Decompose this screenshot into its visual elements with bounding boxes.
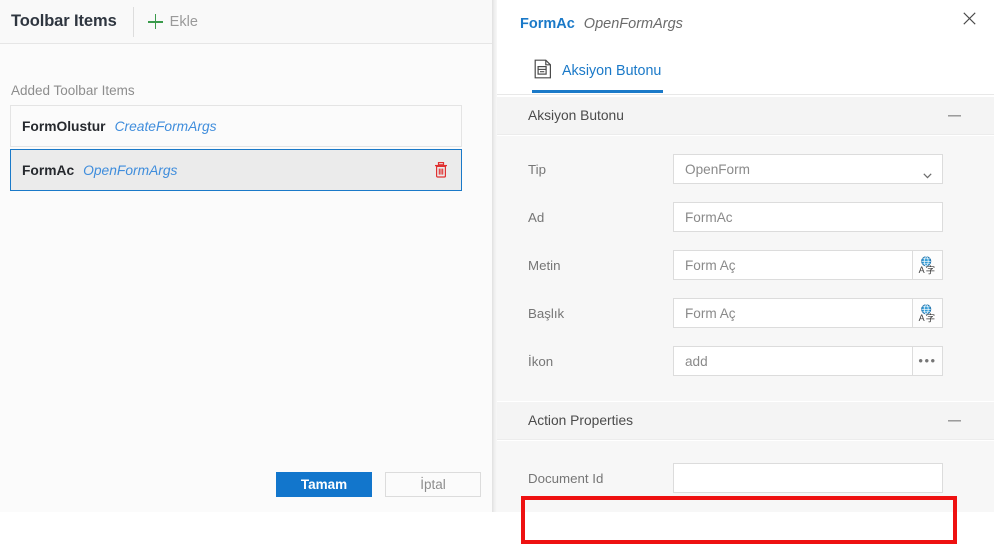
toolbar-items-dialog: Toolbar Items Ekle Added Toolbar Items F…	[0, 0, 492, 512]
ellipsis-dots: •••	[918, 357, 936, 365]
dialog-body: Added Toolbar Items FormOlustur CreateFo…	[0, 45, 492, 512]
dialog-header: Toolbar Items Ekle	[0, 0, 492, 44]
tab-aksiyon-butonu[interactable]: Aksiyon Butonu	[532, 52, 663, 93]
section-title: Action Properties	[497, 413, 633, 428]
metin-input[interactable]: Form Aç	[673, 250, 913, 280]
action-properties-fields: Document Id	[497, 441, 994, 512]
localization-icon[interactable]: A 字	[913, 298, 943, 328]
field-control-tip: OpenForm	[673, 154, 943, 184]
cancel-button[interactable]: İptal	[385, 472, 481, 497]
panel-subtitle-args: OpenFormArgs	[575, 16, 683, 32]
ellipsis-icon[interactable]: •••	[913, 346, 943, 376]
add-button-label: Ekle	[170, 14, 198, 30]
section-header-action-properties[interactable]: Action Properties	[497, 402, 994, 440]
field-control-metin: Form Aç A 字	[673, 250, 943, 280]
plus-icon	[148, 14, 163, 29]
field-control-document-id	[673, 463, 943, 493]
ok-button[interactable]: Tamam	[276, 472, 372, 497]
app-root: Toolbar Items Ekle Added Toolbar Items F…	[0, 0, 994, 512]
localization-icon[interactable]: A 字	[913, 250, 943, 280]
section-header-aksiyon-butonu[interactable]: Aksiyon Butonu	[497, 97, 994, 135]
minus-icon[interactable]	[948, 115, 961, 116]
panel-title: FormAc	[497, 16, 575, 32]
svg-text:字: 字	[925, 264, 935, 275]
add-toolbar-item-button[interactable]: Ekle	[134, 10, 208, 34]
form-document-icon	[534, 59, 553, 84]
field-label-document-id: Document Id	[528, 471, 603, 486]
list-item[interactable]: FormOlustur CreateFormArgs	[10, 105, 462, 147]
ikon-input[interactable]: add	[673, 346, 913, 376]
panel-tabs: Aksiyon Butonu	[497, 52, 994, 95]
list-item-args: CreateFormArgs	[115, 119, 217, 134]
minus-icon[interactable]	[948, 420, 961, 421]
svg-text:A: A	[918, 313, 924, 323]
added-items-caption: Added Toolbar Items	[11, 83, 135, 98]
list-item[interactable]: FormAc OpenFormArgs	[10, 149, 462, 191]
properties-panel: FormAc OpenFormArgs	[497, 0, 994, 512]
page-title: Toolbar Items	[0, 12, 117, 31]
properties-panel-header: FormAc OpenFormArgs	[497, 0, 994, 47]
field-row-ikon: İkon add •••	[497, 346, 994, 376]
highlight-box-document-id	[521, 496, 957, 544]
list-item-name: FormOlustur	[22, 119, 106, 134]
field-row-tip: Tip OpenForm	[497, 154, 994, 184]
field-control-ad: FormAc	[673, 202, 943, 232]
field-label-tip: Tip	[528, 162, 546, 177]
svg-text:A: A	[918, 265, 924, 275]
tab-label: Aksiyon Butonu	[562, 63, 661, 79]
field-label-ad: Ad	[528, 210, 544, 225]
field-label-baslik: Başlık	[528, 306, 564, 321]
chevron-down-icon[interactable]	[923, 166, 931, 171]
field-row-baslik: Başlık Form Aç A 字	[497, 298, 994, 328]
field-row-document-id: Document Id	[497, 463, 994, 493]
toolbar-items-list: FormOlustur CreateFormArgs FormAc OpenFo…	[10, 105, 462, 193]
field-row-ad: Ad FormAc	[497, 202, 994, 232]
field-label-metin: Metin	[528, 258, 561, 273]
close-icon[interactable]	[956, 6, 982, 30]
list-item-name: FormAc	[22, 163, 74, 178]
dialog-footer: Tamam İptal	[0, 452, 492, 512]
aksiyon-butonu-fields: Tip OpenForm Ad FormAc	[497, 136, 994, 401]
trash-icon[interactable]	[434, 162, 448, 178]
ad-input[interactable]: FormAc	[673, 202, 943, 232]
tip-select[interactable]: OpenForm	[673, 154, 943, 184]
section-title: Aksiyon Butonu	[497, 108, 624, 123]
field-label-ikon: İkon	[528, 354, 553, 369]
list-item-args: OpenFormArgs	[83, 163, 177, 178]
baslik-input[interactable]: Form Aç	[673, 298, 913, 328]
svg-text:字: 字	[925, 312, 935, 323]
document-id-input[interactable]	[673, 463, 943, 493]
field-row-metin: Metin Form Aç A 字	[497, 250, 994, 280]
field-control-ikon: add •••	[673, 346, 943, 376]
field-control-baslik: Form Aç A 字	[673, 298, 943, 328]
